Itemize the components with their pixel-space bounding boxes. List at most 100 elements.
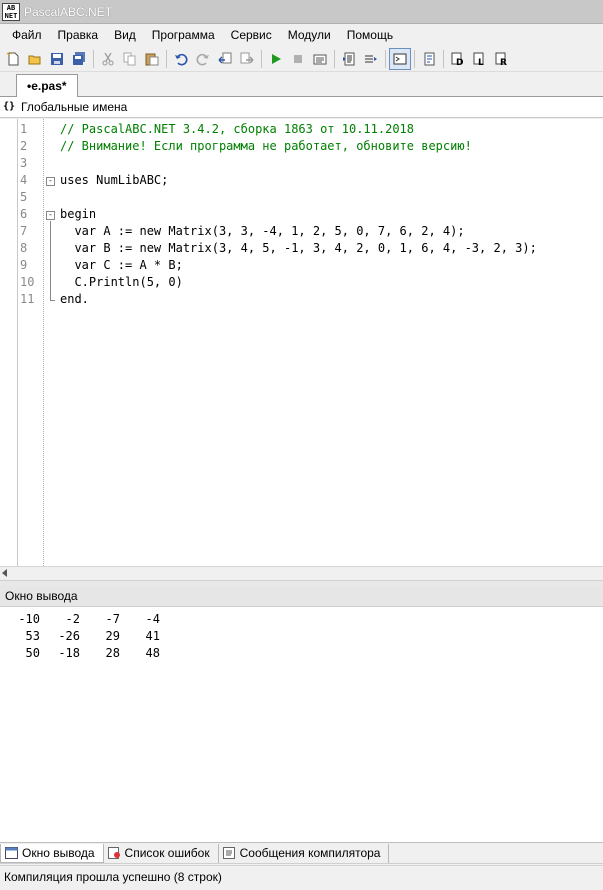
navigate-forward-icon[interactable] <box>236 48 258 70</box>
output-cell: 48 <box>145 646 160 660</box>
output-window[interactable]: -10 -2 -7 -4 53 -26 29 41 50 -18 28 48 <box>0 607 603 843</box>
output-cell: 50 <box>25 646 40 660</box>
output-cell: -4 <box>145 612 160 626</box>
menu-file[interactable]: Файл <box>4 25 50 45</box>
format-icon[interactable] <box>338 48 360 70</box>
console-icon[interactable] <box>389 47 411 70</box>
redo-icon[interactable] <box>192 48 214 70</box>
run-icon[interactable] <box>265 48 287 70</box>
menu-bar: Файл Правка Вид Программа Сервис Модули … <box>0 24 603 45</box>
editor-horizontal-scrollbar[interactable] <box>0 566 603 580</box>
title-bar: AB NET PascalABC.NET <box>0 0 603 24</box>
form-l-icon[interactable]: L <box>469 48 491 70</box>
menu-service[interactable]: Сервис <box>223 25 280 45</box>
menu-modules[interactable]: Модули <box>280 25 339 45</box>
error-list-icon <box>107 847 120 859</box>
open-icon[interactable] <box>24 48 46 70</box>
copy-icon[interactable] <box>119 48 141 70</box>
toolbar-separator <box>261 49 262 68</box>
menu-edit[interactable]: Правка <box>50 25 107 45</box>
line-number: 7 <box>20 224 28 238</box>
code-line: var A := new Matrix(3, 3, -4, 1, 2, 5, 0… <box>60 224 465 238</box>
document-tabstrip: •e.pas* <box>0 72 603 97</box>
code-line: var B := new Matrix(3, 4, 5, -1, 3, 4, 2… <box>60 241 537 255</box>
line-number: 5 <box>20 190 28 204</box>
menu-program[interactable]: Программа <box>144 25 223 45</box>
output-cell: 29 <box>105 629 120 643</box>
line-number: 10 <box>20 275 35 289</box>
scroll-left-arrow-icon[interactable] <box>2 569 7 577</box>
compiler-messages-icon <box>222 847 235 859</box>
form-r-icon[interactable]: R <box>491 48 513 70</box>
paste-icon[interactable] <box>141 48 163 70</box>
menu-help[interactable]: Помощь <box>339 25 401 45</box>
output-cell: -2 <box>65 612 80 626</box>
line-number: 1 <box>20 122 28 136</box>
bottom-panel-tabs: Окно вывода Список ошибок Сообщения комп… <box>0 843 603 864</box>
output-cell: 28 <box>105 646 120 660</box>
undo-icon[interactable] <box>170 48 192 70</box>
output-cell: -26 <box>58 629 80 643</box>
output-row: -10 -2 -7 -4 <box>8 611 160 628</box>
menu-view[interactable]: Вид <box>106 25 144 45</box>
svg-text:D: D <box>456 58 463 66</box>
toolbar: D L R <box>0 46 603 72</box>
scope-selector[interactable]: {} Глобальные имена <box>0 97 603 118</box>
braces-icon: {} <box>3 101 16 112</box>
output-row: 50 -18 28 48 <box>8 645 160 662</box>
navigate-back-icon[interactable] <box>214 48 236 70</box>
fold-toggle-begin[interactable]: - <box>46 211 55 220</box>
code-line: end. <box>60 292 89 306</box>
output-row: 53 -26 29 41 <box>8 628 160 645</box>
fold-range-end <box>50 300 55 301</box>
save-icon[interactable] <box>46 48 68 70</box>
fold-guide <box>43 119 44 566</box>
line-number: 8 <box>20 241 28 255</box>
line-number: 4 <box>20 173 28 187</box>
output-panel-title: Окно вывода <box>0 586 603 607</box>
fold-toggle-uses[interactable]: - <box>46 177 55 186</box>
output-cell: 53 <box>25 629 40 643</box>
save-all-icon[interactable] <box>68 48 90 70</box>
toolbar-separator <box>93 49 94 68</box>
tab-compiler-messages[interactable]: Сообщения компилятора <box>219 843 390 863</box>
line-number: 6 <box>20 207 28 221</box>
svg-text:R: R <box>500 58 507 66</box>
cut-icon[interactable] <box>97 48 119 70</box>
line-number: 9 <box>20 258 28 272</box>
toolbar-separator <box>414 49 415 68</box>
code-line: uses NumLibABC; <box>60 173 169 187</box>
scope-label: Глобальные имена <box>21 100 128 114</box>
document-tab[interactable]: •e.pas* <box>16 74 78 97</box>
output-cell: -18 <box>58 646 80 660</box>
output-cell: -7 <box>105 612 120 626</box>
window-title: PascalABC.NET <box>24 4 113 19</box>
debug-step-icon[interactable] <box>360 48 382 70</box>
form-d-icon[interactable]: D <box>447 48 469 70</box>
toolbar-separator <box>166 49 167 68</box>
fold-range-line <box>50 221 51 300</box>
output-cell: 41 <box>145 629 160 643</box>
compile-icon[interactable] <box>309 48 331 70</box>
stop-icon[interactable] <box>287 48 309 70</box>
output-window-icon <box>5 846 18 859</box>
toolbar-separator <box>385 49 386 68</box>
toolbar-separator <box>443 49 444 68</box>
code-line: var C := A * B; <box>60 258 183 272</box>
intellisense-icon[interactable] <box>418 48 440 70</box>
output-cell: -10 <box>18 612 40 626</box>
line-number: 11 <box>20 292 35 306</box>
tab-label: Сообщения компилятора <box>239 846 381 860</box>
line-number: 2 <box>20 139 28 153</box>
tab-output-window[interactable]: Окно вывода <box>0 843 104 863</box>
code-line: begin <box>60 207 97 221</box>
tab-label: Окно вывода <box>22 845 95 860</box>
toolbar-separator <box>334 49 335 68</box>
app-icon: AB NET <box>2 2 20 21</box>
code-line: // Внимание! Если программа не работает,… <box>60 139 472 153</box>
tab-error-list[interactable]: Список ошибок <box>104 843 219 863</box>
code-line: // PascalABC.NET 3.4.2, сборка 1863 от 1… <box>60 122 415 136</box>
status-bar: Компиляция прошла успешно (8 строк) <box>0 865 603 890</box>
new-file-icon[interactable] <box>2 48 24 70</box>
svg-text:L: L <box>478 58 484 66</box>
